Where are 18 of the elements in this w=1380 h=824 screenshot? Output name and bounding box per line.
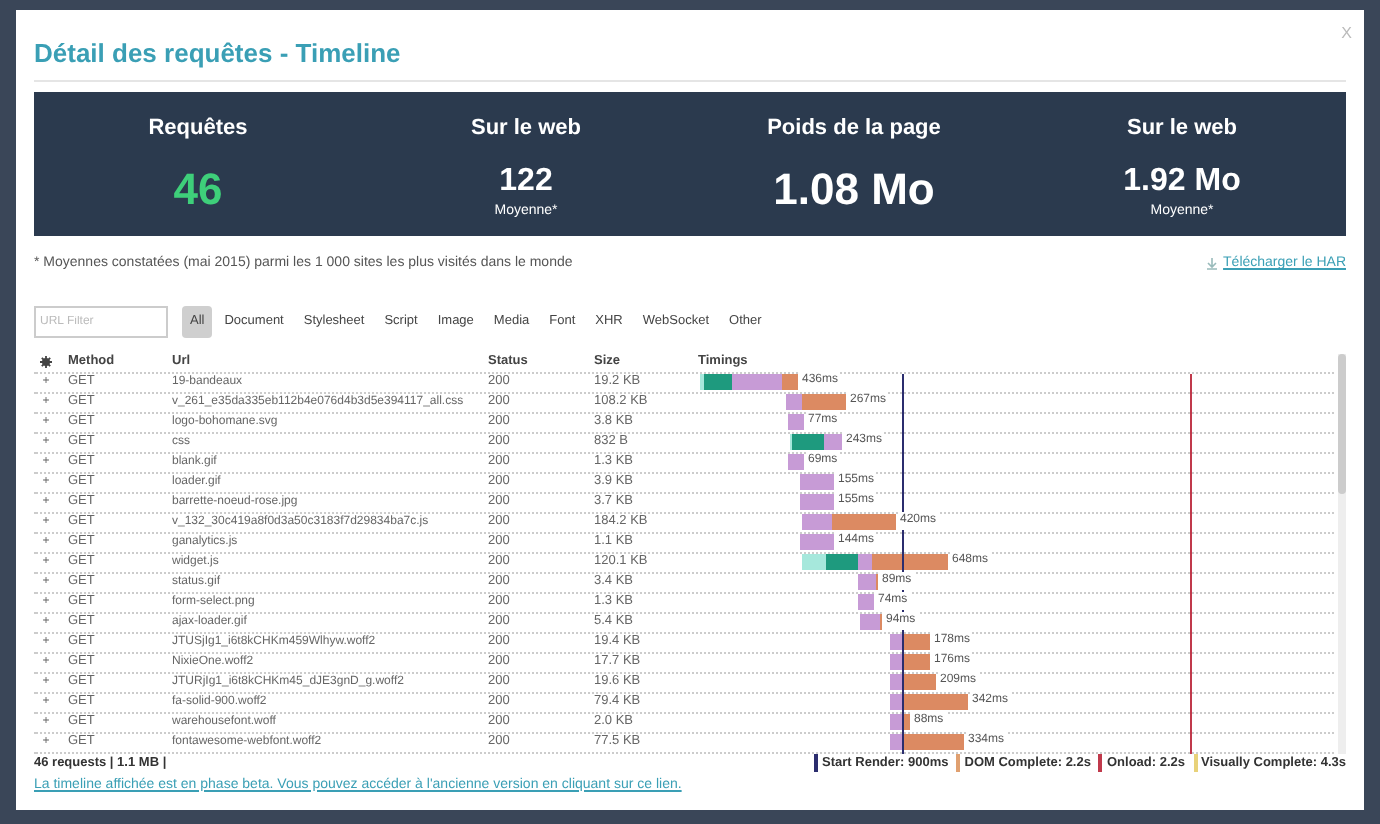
stat-label: Requêtes xyxy=(148,114,248,144)
timing-segment xyxy=(788,454,804,470)
stat-label: Poids de la page xyxy=(767,114,941,144)
timing-segment xyxy=(788,414,804,430)
stat-label: Sur le web xyxy=(470,114,582,144)
stat-value: 46 xyxy=(173,161,223,216)
timing-segment xyxy=(800,474,834,490)
stat-label: Sur le web xyxy=(1126,114,1238,144)
modal-title: Détail des requêtes - Timeline xyxy=(34,36,401,72)
stat-value: 122 xyxy=(499,161,553,201)
scrollbar[interactable] xyxy=(1338,353,1346,753)
timing-segment xyxy=(800,494,834,510)
stat-value: 1.08 Mo xyxy=(773,161,935,216)
timing-segment xyxy=(858,594,874,610)
timing-segment xyxy=(800,534,834,550)
stat-value: 1.92 Mo xyxy=(1123,161,1241,201)
settings-icon[interactable] xyxy=(40,356,52,368)
download-icon xyxy=(1205,258,1218,271)
